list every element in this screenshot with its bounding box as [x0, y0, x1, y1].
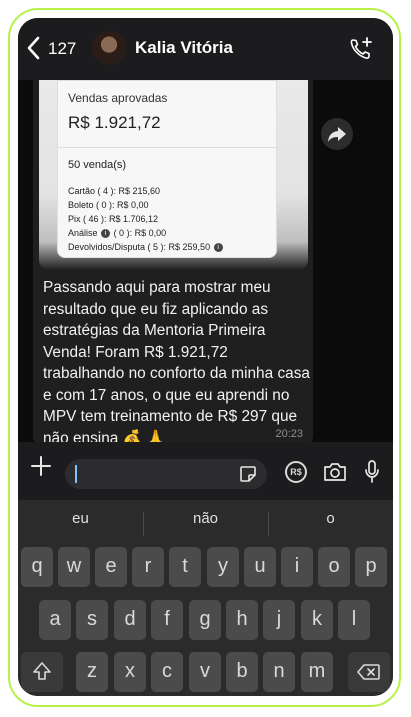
- back-button[interactable]: [26, 36, 48, 62]
- key-k[interactable]: k: [301, 600, 333, 640]
- payment-button[interactable]: R$: [285, 461, 307, 483]
- message-input-bar: R$: [18, 442, 393, 500]
- key-o[interactable]: o: [318, 547, 350, 587]
- currency-icon: R$: [290, 467, 302, 477]
- sales-line-boleto: Boleto ( 0 ): R$ 0,00: [68, 200, 149, 210]
- backspace-key[interactable]: [348, 652, 390, 692]
- plus-icon: [31, 456, 51, 476]
- key-i[interactable]: i: [281, 547, 313, 587]
- suggestion-1[interactable]: eu: [18, 510, 143, 527]
- shift-icon: [33, 662, 51, 680]
- attach-button[interactable]: [30, 455, 52, 477]
- suggestion-3[interactable]: o: [268, 510, 393, 527]
- key-t[interactable]: t: [169, 547, 201, 587]
- chevron-left-icon: [27, 36, 40, 60]
- key-a[interactable]: a: [39, 600, 71, 640]
- sales-line-analise: Análise i ( 0 ): R$ 0,00: [68, 228, 167, 239]
- sales-count: 50 venda(s): [68, 159, 127, 171]
- text-caret: [75, 465, 77, 483]
- key-v[interactable]: v: [189, 652, 221, 692]
- chat-screen: 127 Kalia Vitória Vendas aprovadas R$ 1.…: [18, 18, 393, 696]
- contact-name[interactable]: Kalia Vitória: [135, 38, 233, 58]
- key-w[interactable]: w: [58, 547, 90, 587]
- key-s[interactable]: s: [76, 600, 108, 640]
- shift-key[interactable]: [21, 652, 63, 692]
- forward-icon: [328, 127, 346, 142]
- key-f[interactable]: f: [151, 600, 183, 640]
- key-u[interactable]: u: [244, 547, 276, 587]
- key-r[interactable]: r: [132, 547, 164, 587]
- chat-header: 127 Kalia Vitória: [18, 18, 393, 80]
- key-p[interactable]: p: [355, 547, 387, 587]
- devolvidos-text: Devolvidos/Disputa ( 5 ): R$ 259,50: [68, 242, 211, 252]
- key-e[interactable]: e: [95, 547, 127, 587]
- add-call-button[interactable]: [348, 36, 374, 62]
- key-b[interactable]: b: [226, 652, 258, 692]
- card-divider: [58, 147, 276, 148]
- key-z[interactable]: z: [76, 652, 108, 692]
- sales-line-devolvidos: Devolvidos/Disputa ( 5 ): R$ 259,50 i: [68, 242, 224, 253]
- key-y[interactable]: y: [207, 547, 239, 587]
- message-bubble[interactable]: Vendas aprovadas R$ 1.921,72 50 venda(s)…: [33, 80, 313, 447]
- analise-label: Análise: [68, 228, 98, 238]
- phone-plus-icon: [350, 37, 372, 59]
- message-time: 20:23: [275, 428, 303, 440]
- key-g[interactable]: g: [189, 600, 221, 640]
- info-icon: i: [101, 229, 111, 239]
- key-c[interactable]: c: [151, 652, 183, 692]
- microphone-button[interactable]: [364, 459, 380, 485]
- microphone-icon: [365, 460, 379, 483]
- key-n[interactable]: n: [263, 652, 295, 692]
- key-q[interactable]: q: [21, 547, 53, 587]
- sales-card: Vendas aprovadas R$ 1.921,72 50 venda(s)…: [57, 80, 277, 258]
- key-m[interactable]: m: [301, 652, 333, 692]
- forward-button[interactable]: [321, 118, 353, 150]
- approved-sales-amount: R$ 1.921,72: [68, 113, 161, 132]
- sticker-button[interactable]: [239, 465, 257, 483]
- suggestion-2[interactable]: não: [143, 510, 268, 527]
- key-h[interactable]: h: [226, 600, 258, 640]
- analise-value: ( 0 ): R$ 0,00: [113, 228, 167, 238]
- keyboard: eu não o q w e r t y u i o p a s d f g h…: [18, 500, 393, 696]
- message-text: Passando aqui para mostrar meu resultado…: [43, 279, 310, 447]
- backspace-icon: [357, 664, 380, 680]
- approved-sales-label: Vendas aprovadas: [68, 91, 168, 105]
- sales-line-pix: Pix ( 46 ): R$ 1.706,12: [68, 214, 159, 224]
- key-j[interactable]: j: [263, 600, 295, 640]
- info-icon: i: [213, 243, 223, 253]
- camera-button[interactable]: [323, 462, 347, 482]
- key-l[interactable]: l: [338, 600, 370, 640]
- back-count[interactable]: 127: [48, 39, 76, 59]
- sticker-icon: [240, 466, 256, 482]
- key-x[interactable]: x: [114, 652, 146, 692]
- key-d[interactable]: d: [114, 600, 146, 640]
- camera-icon: [324, 463, 346, 481]
- message-input[interactable]: [65, 459, 267, 489]
- avatar[interactable]: [92, 31, 126, 65]
- attached-screenshot[interactable]: Vendas aprovadas R$ 1.921,72 50 venda(s)…: [39, 80, 308, 270]
- sales-line-cartao: Cartão ( 4 ): R$ 215,60: [68, 186, 161, 196]
